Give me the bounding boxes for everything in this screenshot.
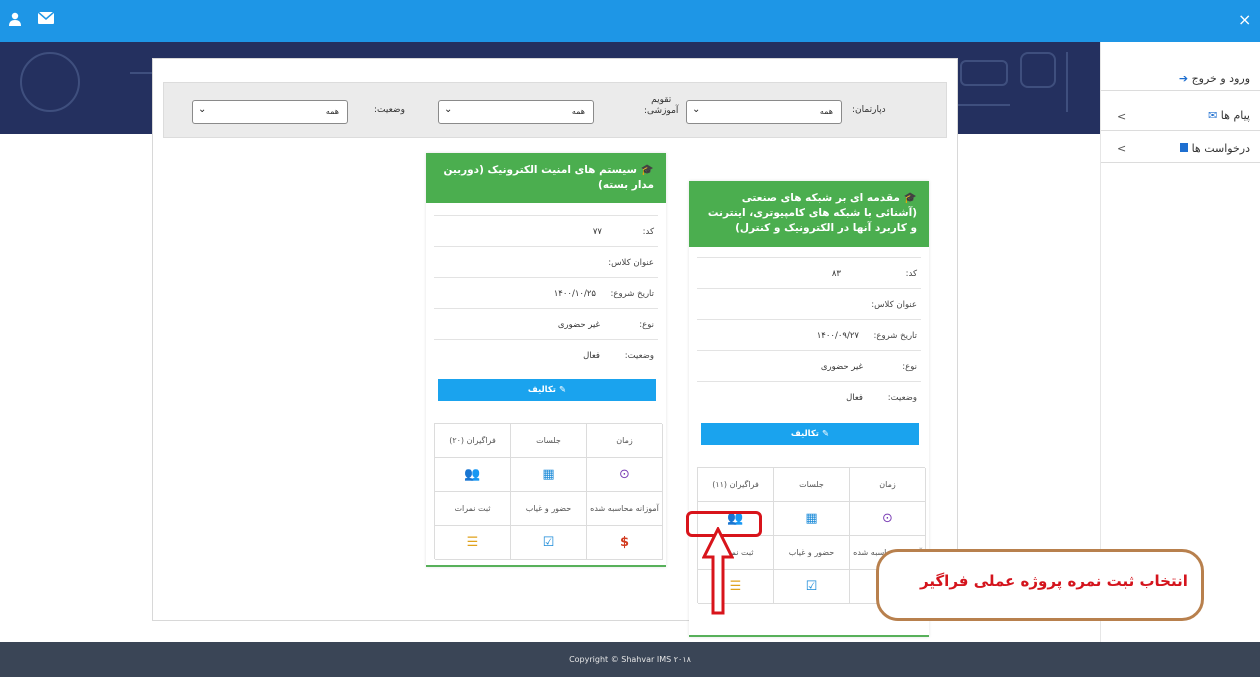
edit-icon: ✎ [558, 385, 567, 395]
course-title: 🎓مقدمه ای بر شبکه های صنعتی (آشنائی با ش… [689, 181, 929, 247]
graduation-cap-icon: 🎓 [903, 192, 917, 204]
department-label: دپارتمان: [852, 105, 886, 115]
start-date-row: تاریخ شروع: ۱۴۰۰/۰۹/۲۷ [697, 319, 921, 350]
sidebar-item-messages[interactable]: پیام ها ✉ [1208, 109, 1250, 122]
clock-icon[interactable]: ⊙ [850, 502, 926, 536]
calendar-label: تقویم آموزشی: [644, 95, 679, 116]
chevron-left-icon[interactable]: < [1117, 110, 1126, 123]
checkbox-icon[interactable]: ☑ [774, 570, 850, 604]
copyright-text: Copyright © Shahvar IMS ۲۰۱۸ [569, 655, 691, 664]
sessions-header: جلسات [511, 424, 587, 458]
annotation-text: انتخاب ثبت نمره پروژه عملی فراگیر [920, 572, 1188, 590]
calendar-select[interactable]: همه ⌄ [438, 100, 594, 124]
status-label: وضعیت: [374, 105, 405, 115]
grades-header: ثبت نمرات [435, 492, 511, 526]
code-row: کد: ۸۳ [697, 257, 921, 288]
gear-icon [20, 52, 80, 112]
dollar-icon[interactable]: $ [587, 526, 663, 560]
up-arrow-icon [702, 527, 734, 615]
keyboard-icon [960, 60, 1008, 86]
assignments-button[interactable]: تکالیف ✎ [701, 423, 919, 445]
sidebar-item-label: پیام ها [1220, 109, 1250, 122]
edit-icon: ✎ [821, 429, 830, 439]
sidebar-item-login[interactable]: ورود و خروج ➔ [1179, 72, 1250, 85]
sidebar-item-label: ورود و خروج [1191, 72, 1250, 85]
sessions-header: جلسات [774, 468, 850, 502]
type-row: نوع: غیر حضوری [697, 350, 921, 381]
assignments-button[interactable]: تکالیف ✎ [438, 379, 656, 401]
main-panel: دپارتمان: همه ⌄ تقویم آموزشی: همه ⌄ وضعی… [152, 58, 958, 637]
course-title: 🎓سیستم های امنیت الکترونیک (دوربین مدار … [426, 153, 666, 203]
class-title-row: عنوان کلاس: [434, 246, 658, 277]
status-select[interactable]: همه ⌄ [192, 100, 348, 124]
course-card: 🎓سیستم های امنیت الکترونیک (دوربین مدار … [426, 153, 666, 567]
class-title-row: عنوان کلاس: [697, 288, 921, 319]
top-bar: × [0, 0, 1260, 42]
clock-icon[interactable]: ⊙ [587, 458, 663, 492]
mail-icon: ✉ [1208, 109, 1218, 122]
list-icon[interactable]: ☰ [435, 526, 511, 560]
tuition-header: آموزانه محاسبه شده [587, 492, 663, 526]
time-header: زمان [850, 468, 926, 502]
close-icon[interactable]: × [1238, 10, 1251, 29]
user-icon[interactable] [8, 12, 22, 30]
learners-header: فراگیران (۲۰) [435, 424, 511, 458]
sidebar-item-label: درخواست ها [1191, 142, 1250, 155]
code-row: کد: ۷۷ [434, 215, 658, 246]
users-icon[interactable]: 👥 [435, 458, 511, 492]
learners-header: فراگیران (۱۱) [698, 468, 774, 502]
chevron-left-icon[interactable]: < [1117, 142, 1126, 155]
request-icon [1180, 143, 1189, 152]
type-row: نوع: غیر حضوری [434, 308, 658, 339]
chevron-down-icon: ⌄ [444, 104, 453, 115]
check-icon [1020, 52, 1056, 88]
mail-icon[interactable] [37, 11, 55, 28]
checkbox-icon[interactable]: ☑ [511, 526, 587, 560]
status-row: وضعیت: فعال [434, 339, 658, 370]
time-header: زمان [587, 424, 663, 458]
department-select[interactable]: همه ⌄ [686, 100, 842, 124]
attendance-header: حضور و غیاب [511, 492, 587, 526]
status-row: وضعیت: فعال [697, 381, 921, 412]
filter-bar: دپارتمان: همه ⌄ تقویم آموزشی: همه ⌄ وضعی… [163, 82, 947, 138]
graduation-cap-icon: 🎓 [640, 164, 654, 176]
attendance-header: حضور و غیاب [774, 536, 850, 570]
calendar-icon[interactable]: ▦ [511, 458, 587, 492]
start-date-row: تاریخ شروع: ۱۴۰۰/۱۰/۲۵ [434, 277, 658, 308]
chevron-down-icon: ⌄ [198, 104, 207, 115]
signin-icon: ➔ [1178, 72, 1189, 85]
footer: Copyright © Shahvar IMS ۲۰۱۸ [0, 642, 1260, 677]
calendar-icon[interactable]: ▦ [774, 502, 850, 536]
course-actions-grid: زمان جلسات فراگیران (۲۰) ⊙ ▦ 👥 آموزانه م… [434, 423, 663, 560]
sidebar-item-requests[interactable]: درخواست ها [1180, 142, 1250, 155]
chevron-down-icon: ⌄ [692, 104, 701, 115]
